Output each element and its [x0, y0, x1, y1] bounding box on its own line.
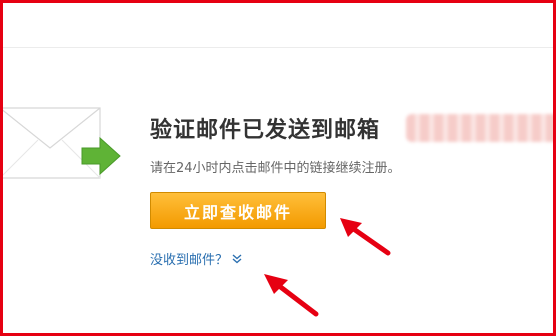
instruction-text: 请在24小时内点击邮件中的链接继续注册。 [150, 161, 401, 176]
envelope-icon [0, 107, 121, 179]
headline-row: 验证邮件已发送到邮箱 [150, 110, 556, 146]
not-received-link-label: 没收到邮件？ [150, 253, 229, 268]
open-mailbox-button[interactable]: 立即查收邮件 [150, 192, 326, 229]
redacted-email-address [406, 114, 556, 142]
open-mailbox-button-label: 立即查收邮件 [183, 202, 292, 222]
red-annotation-arrow [264, 274, 319, 317]
page-title: 验证邮件已发送到邮箱 [150, 118, 381, 143]
envelope-illustration [0, 104, 130, 184]
double-chevron-down-icon [232, 253, 242, 263]
top-divider [3, 47, 553, 48]
red-annotation-arrow [340, 218, 391, 256]
not-received-link[interactable]: 没收到邮件？ [150, 249, 242, 268]
